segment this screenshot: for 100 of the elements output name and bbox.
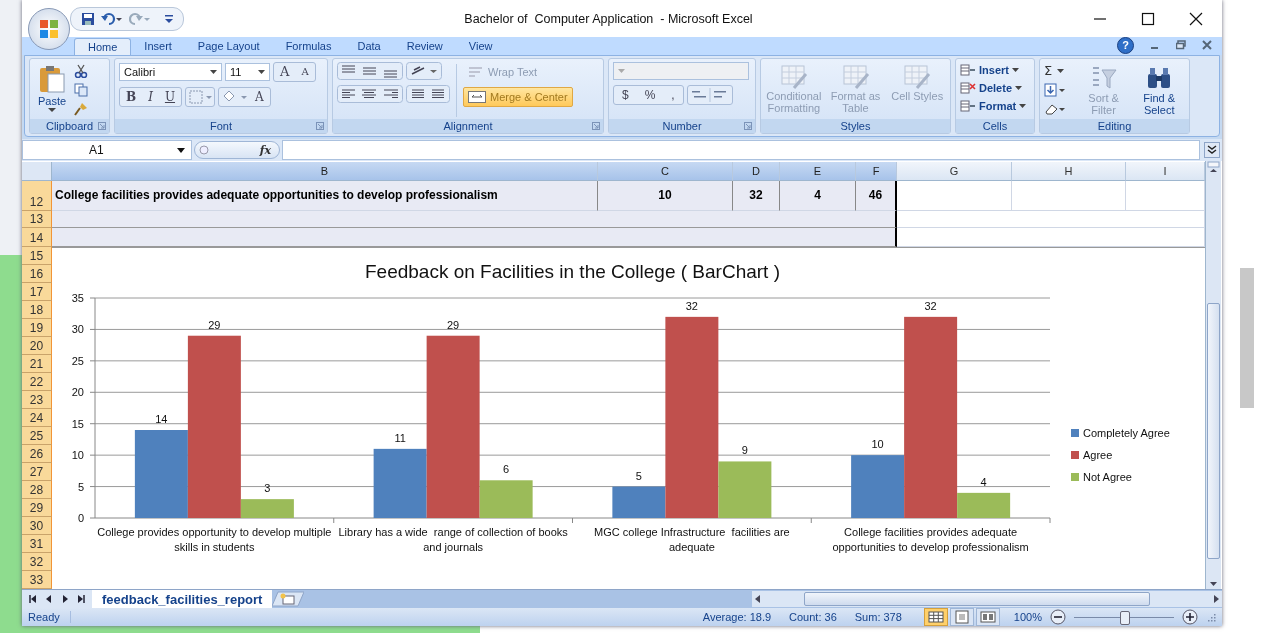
column-header[interactable]: H [1012, 162, 1126, 181]
caret-icon [210, 70, 217, 75]
italic-button[interactable]: I [142, 88, 159, 107]
font-name-dropdown[interactable]: Calibri [119, 63, 222, 82]
merged-cell[interactable] [52, 211, 897, 229]
save-icon[interactable] [81, 11, 95, 26]
currency-button[interactable]: $ [614, 86, 637, 105]
view-button[interactable] [923, 608, 948, 626]
column-header[interactable]: E [780, 162, 856, 181]
grow-font-button[interactable]: A [274, 63, 296, 82]
ribbon-tab[interactable]: View [455, 38, 506, 56]
axis-tick-label: 30 [71, 323, 84, 336]
maximize-icon[interactable] [1141, 11, 1155, 26]
undo-icon[interactable] [101, 11, 123, 26]
legend-label: Agree [1083, 449, 1113, 461]
caret-icon [177, 147, 185, 153]
column-header[interactable]: C [598, 162, 733, 181]
table-cell[interactable]: 32 [733, 180, 780, 212]
vertical-scrollbar[interactable] [1205, 161, 1221, 589]
caret-icon [1057, 69, 1065, 74]
table-cell[interactable]: 4 [780, 180, 856, 212]
zoom-out-icon[interactable] [1050, 609, 1066, 625]
dialog-launcher-icon[interactable] [592, 122, 600, 131]
formula-input[interactable] [282, 140, 1200, 161]
fill-down-icon[interactable] [1044, 83, 1068, 98]
group-label: Editing [1097, 120, 1132, 133]
resize-grip-icon[interactable] [1206, 612, 1216, 622]
axis-tick-label: 20 [71, 386, 84, 399]
caret-icon [1015, 85, 1023, 90]
ribbon-tab[interactable]: Data [344, 38, 394, 56]
zoom-in-icon[interactable] [1182, 609, 1198, 625]
bold-button[interactable]: B [120, 88, 143, 107]
paintbrush-icon[interactable] [74, 102, 89, 117]
axis-tick-label: 15 [71, 417, 84, 430]
autosum-button[interactable]: Σ [1044, 64, 1053, 79]
insert-function-button[interactable]: fx [259, 143, 271, 157]
cells-icon [960, 62, 976, 77]
restore-icon[interactable] [1176, 40, 1186, 51]
name-box[interactable]: A1 [22, 140, 192, 161]
ribbon-tab[interactable]: Home [74, 38, 132, 56]
align-left-icon[interactable] [337, 85, 403, 104]
ribbon-tab[interactable]: Review [393, 38, 456, 56]
dialog-launcher-icon[interactable] [98, 122, 106, 131]
expand-icon[interactable] [1204, 142, 1220, 159]
column-header[interactable]: I [1126, 162, 1205, 181]
scissors-icon[interactable] [74, 64, 89, 79]
row-header[interactable]: 14 [22, 228, 52, 247]
column-header[interactable]: B [52, 162, 598, 181]
status-text: Ready [28, 611, 71, 623]
column-header[interactable]: F [856, 162, 897, 181]
customize-caret-icon[interactable] [165, 13, 173, 24]
ribbon-tab[interactable]: Page Layout [184, 38, 273, 56]
percent-button[interactable]: % [636, 86, 664, 105]
sheet-tab[interactable]: feedback_facilities_report [92, 590, 273, 608]
font-size-dropdown[interactable]: 11 [225, 63, 270, 82]
column-header[interactable]: D [733, 162, 780, 181]
table-cell[interactable]: 46 [856, 180, 897, 212]
table-cell[interactable]: College facilities provides adequate opportunities to develop professionalism [52, 180, 598, 212]
office-button[interactable] [28, 8, 70, 50]
ribbon-tab[interactable]: Formulas [272, 38, 345, 56]
view-button[interactable] [975, 608, 1000, 626]
comma-button[interactable]: , [663, 86, 683, 105]
view-button[interactable] [949, 608, 974, 626]
sheet-nav-icon[interactable] [76, 594, 86, 604]
row-header[interactable]: 12 [22, 180, 52, 212]
cells-button[interactable]: Delete [960, 79, 1030, 97]
ribbon-tab[interactable]: Insert [131, 38, 185, 56]
cells-button[interactable]: Insert [960, 61, 1030, 79]
row-header[interactable]: 13 [22, 211, 52, 229]
editing-button[interactable]: Find & Select [1133, 62, 1185, 120]
zoom-level[interactable]: 100% [1013, 611, 1042, 623]
underline-button[interactable]: U [158, 88, 182, 107]
data-label: 6 [503, 463, 510, 476]
knob-icon [199, 145, 209, 156]
merged-cell[interactable] [52, 228, 897, 247]
copy-icon[interactable] [74, 83, 89, 98]
indent-icon[interactable] [406, 85, 450, 104]
insert-sheet-icon[interactable] [272, 591, 305, 607]
table-cell[interactable] [897, 180, 1012, 212]
close-icon[interactable] [1189, 11, 1203, 26]
cells-button[interactable]: Format [960, 97, 1030, 115]
table-cell[interactable]: 10 [598, 180, 733, 212]
redo-icon[interactable] [129, 11, 151, 26]
zoom-slider-thumb[interactable] [1120, 610, 1130, 625]
shrink-font-button[interactable]: A [295, 63, 315, 82]
table-cell[interactable] [897, 211, 1205, 229]
column-header[interactable]: G [897, 162, 1012, 181]
table-cell[interactable] [897, 228, 1205, 247]
office-logo-icon[interactable] [38, 18, 60, 40]
horizontal-scrollbar[interactable] [752, 591, 1222, 607]
dialog-launcher-icon[interactable] [316, 122, 324, 131]
sheet-nav-icon[interactable] [28, 594, 38, 604]
scroll-up-icon[interactable] [1207, 161, 1220, 175]
caret-icon [258, 70, 265, 75]
dialog-launcher-icon[interactable] [744, 122, 752, 131]
table-cell[interactable] [1012, 180, 1126, 212]
text-orientation-icon[interactable] [406, 62, 442, 81]
paste-button[interactable]: Paste [34, 62, 71, 120]
data-label: 5 [635, 469, 642, 482]
eraser-icon[interactable] [1044, 102, 1068, 117]
